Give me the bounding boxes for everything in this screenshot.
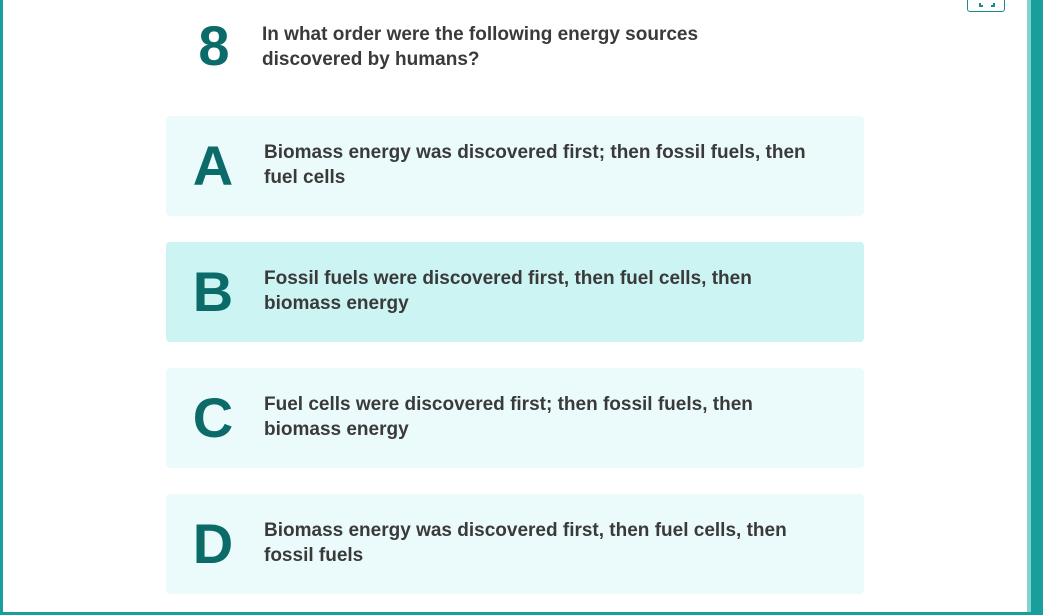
question-block: 8 In what order were the following energ… xyxy=(166,18,864,78)
option-text: Biomass energy was discovered first, the… xyxy=(264,520,787,566)
expand-button[interactable] xyxy=(967,0,1005,12)
answer-option-b[interactable]: B Fossil fuels were discovered first, th… xyxy=(166,242,864,342)
option-letter: A xyxy=(192,134,234,197)
option-letter: B xyxy=(192,260,234,323)
answer-option-d[interactable]: D Biomass energy was discovered first, t… xyxy=(166,494,864,594)
question-number: 8 xyxy=(198,14,230,77)
option-text: Biomass energy was discovered first; the… xyxy=(264,142,806,188)
frame-right-edge xyxy=(1027,0,1043,615)
option-letter: D xyxy=(192,512,234,575)
option-text: Fossil fuels were discovered first, then… xyxy=(264,268,752,314)
answer-option-a[interactable]: A Biomass energy was discovered first; t… xyxy=(166,116,864,216)
option-letter: C xyxy=(192,386,234,449)
answer-option-c[interactable]: C Fuel cells were discovered first; then… xyxy=(166,368,864,468)
expand-icon xyxy=(979,3,995,7)
question-text: In what order were the following energy … xyxy=(262,24,699,70)
option-text: Fuel cells were discovered first; then f… xyxy=(264,394,753,440)
frame-left-edge xyxy=(0,0,3,615)
